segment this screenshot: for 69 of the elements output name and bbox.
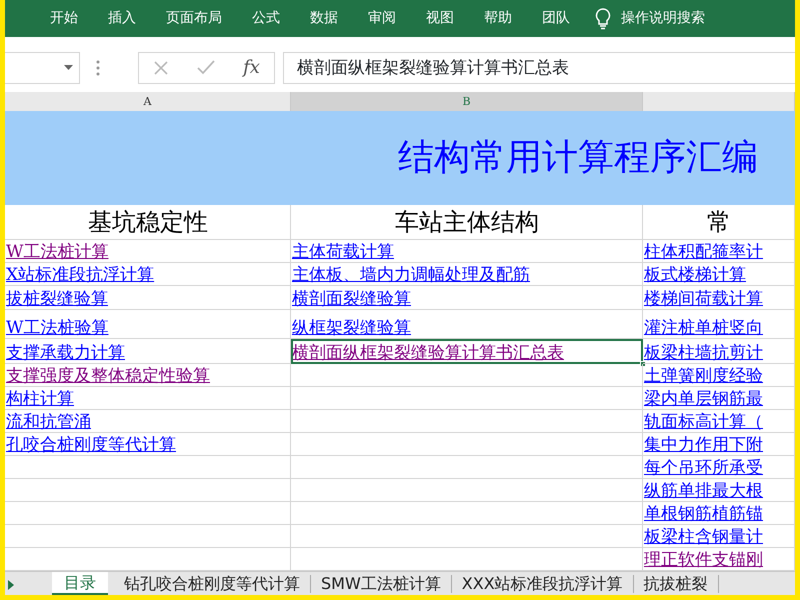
sheet-tab[interactable]: 目录	[52, 572, 108, 595]
lightbulb-icon[interactable]	[595, 8, 611, 30]
empty-cell[interactable]	[291, 410, 643, 433]
empty-cell[interactable]	[5, 456, 291, 479]
hyperlink[interactable]: 板梁柱含钢量计	[644, 526, 763, 547]
section-header: 车站主体结构	[395, 207, 539, 238]
hyperlink[interactable]: 流和抗管涌	[6, 412, 91, 432]
scroll-right-icon[interactable]	[8, 580, 14, 590]
sheet-tab[interactable]: 钻孔咬合桩刚度等代计算	[114, 575, 311, 593]
hyperlink[interactable]: 板梁柱墙抗剪计	[644, 342, 763, 363]
search-tell-me[interactable]: 操作说明搜索	[621, 8, 705, 29]
empty-cell[interactable]	[5, 479, 291, 502]
ribbon-tab[interactable]: 公式	[237, 8, 295, 29]
column-header[interactable]: B	[291, 92, 643, 113]
hyperlink[interactable]: 板式楼梯计算	[644, 264, 746, 285]
hyperlink[interactable]: 主体板、墙内力调幅处理及配筋	[292, 264, 530, 285]
empty-cell[interactable]	[291, 456, 643, 479]
check-icon[interactable]	[197, 60, 216, 75]
sheet-title: 结构常用计算程序汇编	[397, 137, 758, 178]
grip-icon	[96, 60, 100, 76]
sheet-tab[interactable]: SMW工法桩计算	[311, 575, 452, 593]
hyperlink[interactable]: 土弹簧刚度经验	[644, 366, 763, 386]
hyperlink[interactable]: X站标准段抗浮计算	[6, 264, 154, 285]
hyperlink[interactable]: 集中力作用下附	[644, 434, 763, 455]
empty-cell[interactable]	[291, 387, 643, 410]
ribbon-tab[interactable]: 数据	[295, 8, 353, 29]
hyperlink[interactable]: 孔咬合桩刚度等代计算	[6, 434, 176, 455]
empty-cell[interactable]	[291, 364, 643, 387]
insert-function-button[interactable]: fx	[243, 54, 260, 81]
hyperlink[interactable]: 支撑强度及整体稳定性验算	[6, 366, 210, 386]
hyperlink[interactable]: 柱体积配箍率计	[644, 242, 763, 262]
hyperlink[interactable]: 纵筋单排最大根	[644, 480, 763, 501]
hyperlink[interactable]: 理正软件支锚刚	[644, 550, 763, 570]
empty-cell[interactable]	[291, 433, 643, 456]
ribbon-tab[interactable]: 插入	[93, 8, 151, 29]
selected-cell[interactable]: 横剖面纵框架裂缝验算计算书汇总表	[291, 339, 643, 364]
empty-cell[interactable]	[5, 502, 291, 525]
hyperlink[interactable]: 楼梯间荷载计算	[644, 288, 763, 309]
hyperlink[interactable]: 构柱计算	[6, 388, 74, 409]
empty-cell[interactable]	[291, 525, 643, 548]
cancel-icon[interactable]	[153, 60, 170, 76]
hyperlink[interactable]: 每个吊环所承受	[644, 458, 763, 478]
section-header: 基坑稳定性	[88, 207, 208, 238]
hyperlink[interactable]: W工法桩计算	[6, 242, 108, 262]
ribbon-tab[interactable]: 审阅	[353, 8, 411, 29]
ribbon-tab[interactable]: 团队	[527, 8, 585, 29]
hyperlink[interactable]: 支撑承载力计算	[6, 342, 125, 363]
empty-cell[interactable]	[5, 525, 291, 548]
empty-cell[interactable]	[291, 479, 643, 502]
formula-field[interactable]: 横剖面纵框架裂缝验算计算书汇总表	[283, 52, 795, 84]
section-header: 常	[707, 207, 731, 238]
hyperlink[interactable]: 横剖面纵框架裂缝验算计算书汇总表	[292, 342, 564, 363]
hyperlink[interactable]: 主体荷载计算	[292, 242, 394, 262]
ribbon-tab[interactable]: 帮助	[469, 8, 527, 29]
sheet-tab[interactable]: XXX站标准段抗浮计算	[452, 575, 634, 593]
ribbon-tab[interactable]: 视图	[411, 8, 469, 29]
sheet-tab[interactable]: 抗拔桩裂	[634, 575, 719, 593]
empty-cell[interactable]	[291, 502, 643, 525]
hyperlink[interactable]: 单根钢筋植筋锚	[644, 504, 763, 524]
hyperlink[interactable]: 横剖面裂缝验算	[292, 288, 411, 309]
caret-icon[interactable]	[64, 65, 73, 70]
hyperlink[interactable]: 梁内单层钢筋最	[644, 388, 763, 409]
hyperlink[interactable]: 灌注桩单桩竖向	[644, 318, 763, 338]
ribbon-tab[interactable]: 页面布局	[151, 8, 237, 29]
hyperlink[interactable]: W工法桩验算	[6, 318, 108, 338]
hyperlink[interactable]: 纵框架裂缝验算	[292, 318, 411, 338]
hyperlink[interactable]: 拔桩裂缝验算	[6, 288, 108, 309]
hyperlink[interactable]: 轨面标高计算（	[644, 412, 763, 432]
ribbon-tab[interactable]: 开始	[35, 8, 93, 29]
